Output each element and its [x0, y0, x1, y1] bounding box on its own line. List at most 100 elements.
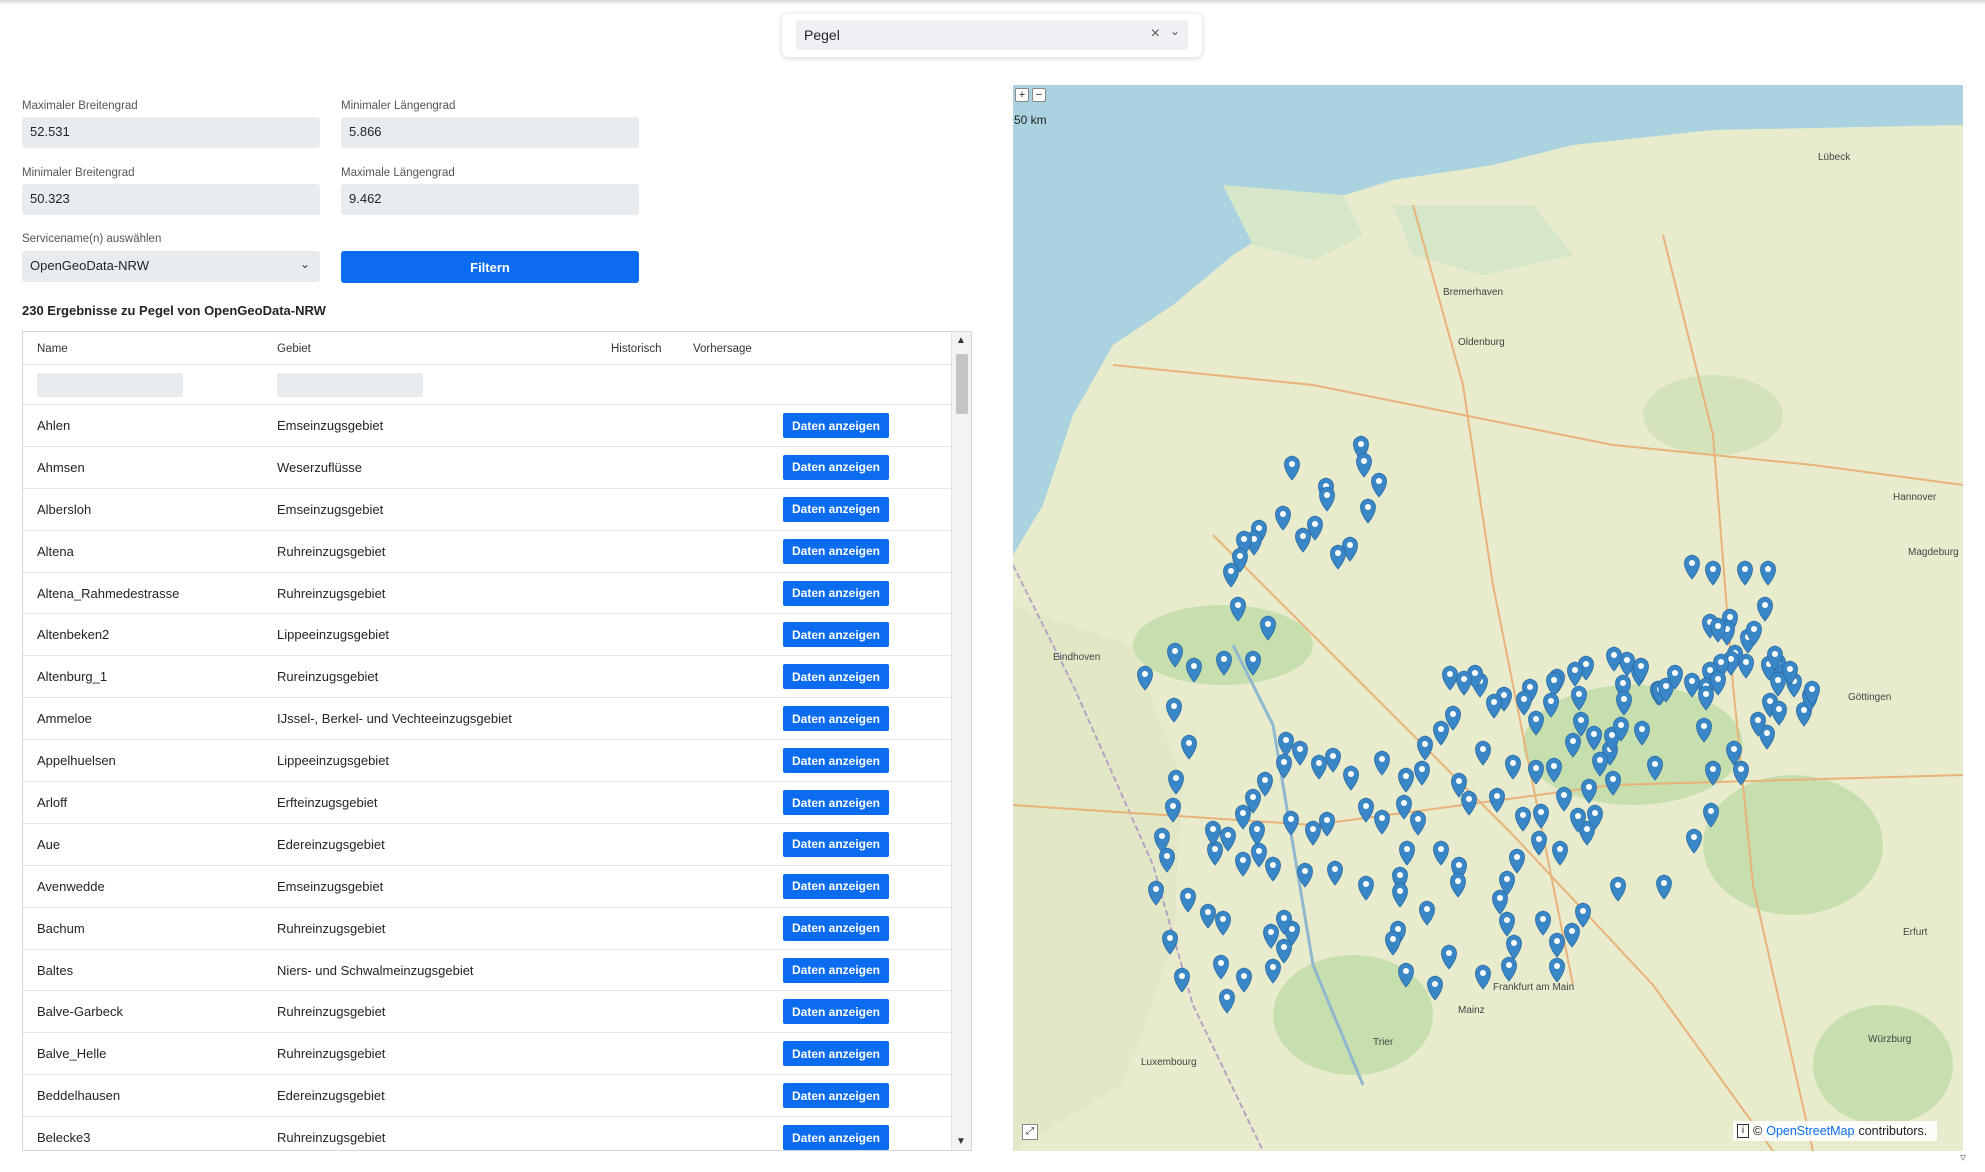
show-data-button[interactable]: Daten anzeigen [783, 999, 889, 1025]
zoom-controls: + − [1015, 88, 1046, 102]
attribution-copyright: © [1753, 1124, 1763, 1138]
top-shadow [0, 0, 1985, 5]
show-data-button[interactable]: Daten anzeigen [783, 1083, 889, 1109]
service-select-value: OpenGeoData-NRW [30, 258, 149, 273]
show-data-button[interactable]: Daten anzeigen [783, 496, 889, 522]
city-label: Mainz [1458, 1005, 1485, 1016]
zoom-in-button[interactable]: + [1015, 88, 1029, 102]
info-icon[interactable]: i [1737, 1124, 1749, 1138]
cell-area: Niers- und Schwalmeinzugsgebiet [277, 962, 474, 978]
table-row: Ammeloe IJssel-, Berkel- und Vechteeinzug… [23, 698, 951, 741]
cell-area: Lippeeinzugsgebiet [277, 627, 390, 643]
column-header-historic[interactable]: Historisch [611, 343, 661, 355]
max-lon-input[interactable]: 9.462 [341, 184, 639, 215]
city-label: Eindhoven [1053, 652, 1100, 663]
show-data-button[interactable]: Daten anzeigen [783, 1041, 889, 1067]
city-label: Oldenburg [1458, 337, 1505, 348]
cell-name: Ahmsen [37, 459, 85, 475]
cell-name: Bachum [37, 920, 85, 936]
show-data-button[interactable]: Daten anzeigen [783, 748, 889, 774]
scroll-up-icon[interactable]: ▲ [956, 335, 966, 346]
fullscreen-button[interactable]: ⤢ [1022, 1124, 1038, 1140]
city-label: Hannover [1893, 492, 1937, 503]
column-header-area[interactable]: Gebiet [277, 343, 311, 355]
search-input[interactable]: Pegel × ⌄ [796, 20, 1188, 50]
map-scale: 50 km [1014, 113, 1047, 127]
table-body: Ahlen Emseinzugsgebiet Daten anzeigen Ahmse… [23, 405, 951, 1150]
show-data-button[interactable]: Daten anzeigen [783, 664, 889, 690]
show-data-button[interactable]: Daten anzeigen [783, 622, 889, 648]
min-lat-label: Minimaler Breitengrad [22, 167, 135, 179]
show-data-button[interactable]: Daten anzeigen [783, 580, 889, 606]
show-data-button[interactable]: Daten anzeigen [783, 790, 889, 816]
scroll-down-icon[interactable]: ▼ [956, 1136, 966, 1147]
search-combobox[interactable]: Pegel × ⌄ [782, 14, 1202, 57]
close-icon[interactable]: × [1151, 25, 1160, 43]
min-lon-input[interactable]: 5.866 [341, 117, 639, 148]
min-lat-input[interactable]: 50.323 [22, 184, 320, 215]
show-data-button[interactable]: Daten anzeigen [783, 454, 889, 480]
show-data-button[interactable]: Daten anzeigen [783, 915, 889, 941]
table-row: Beddelhausen Edereinzugsgebiet Daten anzei… [23, 1075, 951, 1118]
chevron-down-icon[interactable]: ⌄ [1170, 24, 1180, 38]
cell-area: Ruhreinzugsgebiet [277, 1046, 386, 1062]
openstreetmap-link[interactable]: OpenStreetMap [1766, 1124, 1854, 1138]
service-select[interactable]: OpenGeoData-NRW ⌄ [22, 251, 320, 282]
city-label: Lübeck [1818, 152, 1851, 163]
cell-area: Ruhreinzugsgebiet [277, 920, 386, 936]
cell-name: Altenburg_1 [37, 669, 108, 685]
forest-area [1813, 1005, 1953, 1125]
table-row: Altena Ruhreinzugsgebiet Daten anzeigen [23, 531, 951, 573]
min-lon-label: Minimaler Längengrad [341, 100, 456, 112]
table-row: Ahlen Emseinzugsgebiet Daten anzeigen [23, 405, 951, 447]
show-data-button[interactable]: Daten anzeigen [783, 1125, 889, 1150]
max-lat-input[interactable]: 52.531 [22, 117, 320, 148]
table-scrollbar[interactable]: ▲ ▼ [951, 332, 971, 1150]
city-label: Würzburg [1868, 1034, 1911, 1045]
table-row: Arloff Erfteinzugsgebiet Daten anzeigen [23, 782, 951, 824]
cell-name: Balve-Garbeck [37, 1004, 123, 1020]
cell-area: Edereinzugsgebiet [277, 1088, 385, 1104]
column-filter-row [23, 365, 951, 405]
city-label: Erfurt [1903, 927, 1928, 938]
cell-name: Belecke3 [37, 1130, 91, 1146]
cell-name: Altenbeken2 [37, 627, 110, 643]
table-row: Avenwedde Emseinzugsgebiet Daten anzeigen [23, 866, 951, 908]
cell-area: Erfteinzugsgebiet [277, 795, 378, 811]
table-row: Belecke3 Ruhreinzugsgebiet Daten anzeigen [23, 1117, 951, 1150]
cell-area: Ruhreinzugsgebiet [277, 543, 386, 559]
service-label: Servicename(n) auswählen [22, 233, 162, 245]
show-data-button[interactable]: Daten anzeigen [783, 957, 889, 983]
table-row: Altena_Rahmedestrasse Ruhreinzugsgebiet Da… [23, 573, 951, 615]
attribution-suffix: contributors. [1858, 1124, 1928, 1138]
city-label: Trier [1373, 1037, 1394, 1048]
map-view[interactable]: Hannover Magdeburg Oldenburg Bremerhaven Göt… [1013, 85, 1963, 1151]
area-filter-input[interactable] [277, 373, 423, 397]
zoom-out-button[interactable]: − [1032, 88, 1046, 102]
table-row: Altenburg_1 Rureinzugsgebiet Daten anzeige… [23, 656, 951, 699]
cell-name: Baltes [37, 962, 74, 978]
show-data-button[interactable]: Daten anzeigen [783, 873, 889, 899]
cell-area: Emseinzugsgebiet [277, 418, 384, 433]
table-row: Appelhuelsen Lippeeinzugsgebiet Daten anze… [23, 740, 951, 783]
scrollbar-thumb[interactable] [956, 354, 968, 414]
cell-name: Ammeloe [37, 711, 92, 727]
cell-name: Altena_Rahmedestrasse [37, 585, 180, 601]
table-row: Baltes Niers- und Schwalmeinzugsgebiet Dat… [23, 950, 951, 992]
cell-area: Weserzuflüsse [277, 459, 363, 475]
cell-area: Emseinzugsgebiet [277, 878, 384, 894]
show-data-button[interactable]: Daten anzeigen [783, 706, 889, 732]
city-label: Magdeburg [1908, 547, 1959, 558]
filter-button[interactable]: Filtern [341, 251, 639, 283]
column-header-name[interactable]: Name [37, 343, 68, 355]
name-filter-input[interactable] [37, 373, 183, 397]
show-data-button[interactable]: Daten anzeigen [783, 413, 889, 438]
table-row: Balve_Helle Ruhreinzugsgebiet Daten anzeig… [23, 1033, 951, 1076]
show-data-button[interactable]: Daten anzeigen [783, 538, 889, 564]
show-data-button[interactable]: Daten anzeigen [783, 831, 889, 857]
cell-name: Aue [37, 836, 61, 852]
max-lon-label: Maximale Längengrad [341, 167, 455, 179]
table-row: Bachum Ruhreinzugsgebiet Daten anzeigen [23, 908, 951, 950]
column-header-forecast[interactable]: Vorhersage [693, 343, 752, 355]
map-canvas: Hannover Magdeburg Oldenburg Bremerhaven Göt… [1013, 85, 1963, 1151]
